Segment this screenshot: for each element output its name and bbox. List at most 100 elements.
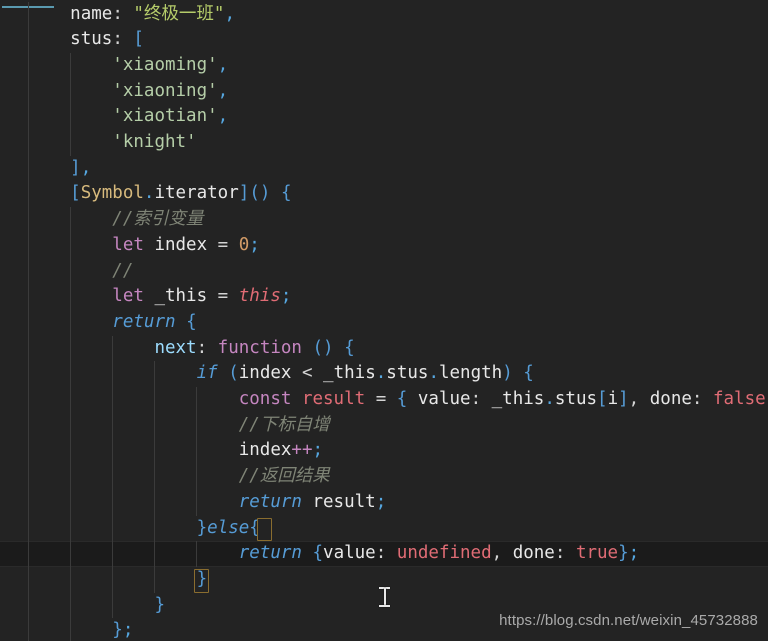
- code-editor[interactable]: name: "终极一班", stus: [ 'xiaoming', 'xiaon…: [0, 0, 768, 641]
- code-line-text: ],: [0, 156, 91, 182]
- code-token: :: [691, 389, 713, 409]
- code-line-text: //返回结果: [0, 464, 330, 490]
- code-line[interactable]: //: [0, 259, 768, 285]
- code-token: .: [143, 183, 155, 204]
- code-token: true: [575, 543, 619, 564]
- code-token: return: [238, 491, 302, 512]
- code-token: [: [70, 183, 81, 204]
- code-line-text: const result = { value: _this.stus[i], d…: [0, 387, 768, 413]
- code-token: :: [112, 29, 134, 50]
- code-token: stus: [386, 363, 429, 384]
- code-token: =: [365, 389, 397, 409]
- code-token: _this: [323, 363, 376, 384]
- code-line-text: //索引变量: [0, 207, 203, 233]
- code-token: i: [607, 389, 619, 409]
- code-line[interactable]: //下标自增: [0, 413, 768, 439]
- code-token: {: [523, 363, 534, 384]
- code-token: this: [238, 286, 281, 307]
- code-token: ;: [375, 491, 387, 512]
- code-token: result: [312, 491, 376, 512]
- code-line-text: index++;: [0, 438, 323, 464]
- code-token: <: [291, 363, 324, 384]
- code-line-text: }else{: [0, 516, 260, 542]
- code-line-text: return {: [0, 310, 196, 336]
- code-line[interactable]: 'xiaotian',: [0, 104, 768, 130]
- code-token: [: [597, 389, 608, 409]
- code-token: stus: [70, 29, 113, 50]
- code-line[interactable]: //索引变量: [0, 207, 768, 233]
- code-token: _this: [491, 389, 545, 409]
- code-line[interactable]: return {: [0, 310, 768, 336]
- code-token: :: [375, 543, 397, 564]
- code-lines-container[interactable]: name: "终极一班", stus: [ 'xiaoming', 'xiaon…: [0, 0, 768, 641]
- code-line[interactable]: }else{: [0, 516, 768, 542]
- code-line[interactable]: if (index < _this.stus.length) {: [0, 361, 768, 387]
- code-line[interactable]: }: [0, 567, 768, 593]
- code-token: ,: [628, 389, 650, 409]
- code-token: :: [196, 337, 218, 358]
- code-line[interactable]: name: "终极一班",: [0, 2, 768, 28]
- code-line[interactable]: 'xiaoning',: [0, 79, 768, 105]
- code-line[interactable]: 'xiaoming',: [0, 53, 768, 79]
- code-line[interactable]: const result = { value: _this.stus[i], d…: [0, 387, 768, 413]
- code-token: ;: [122, 620, 134, 641]
- code-token: if: [196, 363, 218, 384]
- code-token: result: [301, 389, 366, 409]
- code-token: 'xiaoming': [112, 54, 218, 75]
- code-line[interactable]: [Symbol.iterator]() {: [0, 181, 768, 207]
- code-token: ;: [249, 234, 260, 255]
- code-token: :: [470, 389, 492, 409]
- code-line[interactable]: ],: [0, 156, 768, 182]
- code-line[interactable]: next: function () {: [0, 336, 768, 362]
- code-line[interactable]: 'knight': [0, 130, 768, 156]
- code-token: :: [554, 543, 576, 564]
- code-line[interactable]: index++;: [0, 438, 768, 464]
- code-line-text: [Symbol.iterator]() {: [0, 181, 291, 207]
- code-line[interactable]: return result;: [0, 490, 768, 516]
- code-token: ]: [70, 157, 81, 178]
- code-token: }: [196, 517, 208, 538]
- code-line-text: return result;: [0, 490, 387, 516]
- code-token: return: [112, 311, 176, 332]
- code-token: done: [512, 543, 555, 564]
- code-token: else: [207, 517, 250, 538]
- code-token: done: [649, 389, 692, 409]
- code-token: stus: [554, 389, 598, 409]
- code-token: ,: [217, 106, 229, 127]
- code-line[interactable]: return {value: undefined, done: true};: [0, 541, 768, 567]
- code-token: ]: [618, 389, 629, 409]
- code-line[interactable]: stus: [: [0, 27, 768, 53]
- code-line[interactable]: let index = 0;: [0, 233, 768, 259]
- code-line-text: 'xiaoming',: [0, 53, 228, 79]
- code-token: //: [112, 260, 134, 281]
- code-token: {: [396, 389, 408, 409]
- code-token: index: [154, 234, 208, 255]
- code-line[interactable]: let _this = this;: [0, 284, 768, 310]
- code-token: {: [249, 517, 260, 538]
- code-line[interactable]: //返回结果: [0, 464, 768, 490]
- code-token: =: [207, 234, 239, 255]
- code-token: 0: [238, 234, 250, 255]
- code-token: (: [228, 363, 239, 384]
